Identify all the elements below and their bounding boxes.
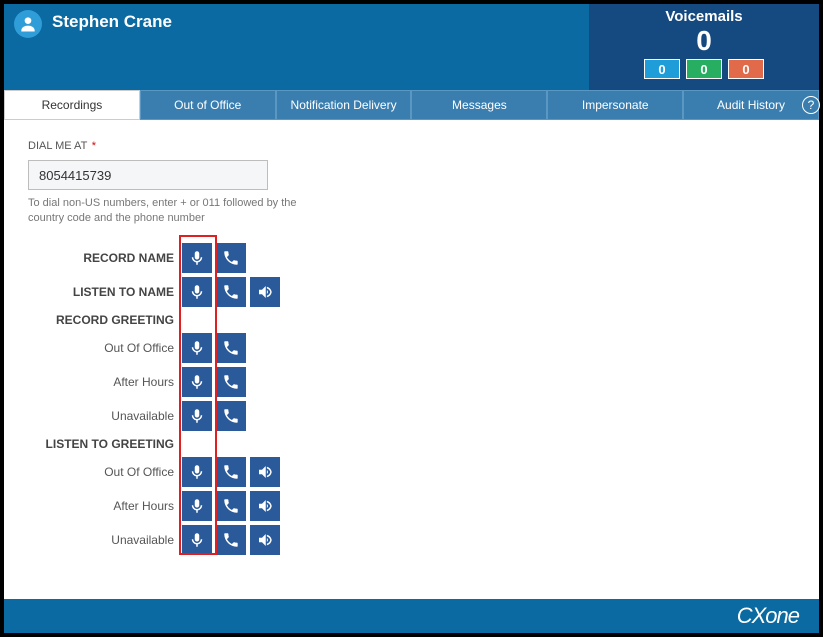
dial-me-at-group: DIAL ME AT * To dial non-US numbers, ent… (28, 136, 795, 227)
tabs: Recordings Out of Office Notification De… (4, 90, 819, 120)
record-ooo-mic-button[interactable] (182, 333, 212, 363)
speaker-icon (256, 497, 274, 515)
badge-new[interactable]: 0 (644, 59, 680, 79)
brand-logo: CXone (737, 603, 799, 629)
voicemail-badges: 0 0 0 (644, 59, 764, 79)
brand-one: one (765, 603, 799, 628)
listen-ooo-mic-button[interactable] (182, 457, 212, 487)
microphone-icon (188, 531, 206, 549)
user-icon (18, 14, 38, 34)
listen-unavailable-label: Unavailable (28, 533, 178, 547)
microphone-icon (188, 497, 206, 515)
help-icon[interactable]: ? (802, 96, 820, 114)
brand-cx: CX (737, 603, 766, 628)
row-record-ooo: Out Of Office (28, 331, 795, 365)
tab-audit-history[interactable]: Audit History (683, 90, 819, 120)
dial-label: DIAL ME AT (28, 140, 87, 152)
record-name-call-button[interactable] (216, 243, 246, 273)
footer: CXone (4, 599, 819, 633)
phone-icon (222, 407, 240, 425)
tab-recordings[interactable]: Recordings (4, 90, 140, 120)
row-listen-unavailable: Unavailable (28, 523, 795, 557)
record-name-label: RECORD NAME (28, 251, 178, 265)
voicemails-panel: Voicemails 0 0 0 0 (589, 4, 819, 90)
listen-afterhours-call-button[interactable] (216, 491, 246, 521)
speaker-icon (256, 463, 274, 481)
record-afterhours-call-button[interactable] (216, 367, 246, 397)
voicemails-count: 0 (696, 27, 712, 55)
speaker-icon (256, 283, 274, 301)
listen-name-call-button[interactable] (216, 277, 246, 307)
record-ooo-label: Out Of Office (28, 341, 178, 355)
row-record-name: RECORD NAME (28, 241, 795, 275)
listen-afterhours-play-button[interactable] (250, 491, 280, 521)
listen-ooo-call-button[interactable] (216, 457, 246, 487)
microphone-icon (188, 463, 206, 481)
phone-icon (222, 283, 240, 301)
header-left: Stephen Crane (4, 4, 182, 90)
listen-afterhours-label: After Hours (28, 499, 178, 513)
phone-icon (222, 497, 240, 515)
listen-ooo-label: Out Of Office (28, 465, 178, 479)
row-listen-afterhours: After Hours (28, 489, 795, 523)
listen-greeting-label: LISTEN TO GREETING (28, 433, 178, 455)
microphone-icon (188, 373, 206, 391)
dial-hint: To dial non-US numbers, enter + or 011 f… (28, 196, 298, 227)
listen-ooo-play-button[interactable] (250, 457, 280, 487)
record-unavailable-label: Unavailable (28, 409, 178, 423)
record-afterhours-label: After Hours (28, 375, 178, 389)
record-unavailable-mic-button[interactable] (182, 401, 212, 431)
listen-unavailable-play-button[interactable] (250, 525, 280, 555)
required-mark: * (92, 140, 96, 152)
listen-name-label: LISTEN TO NAME (28, 285, 178, 299)
microphone-icon (188, 407, 206, 425)
content: DIAL ME AT * To dial non-US numbers, ent… (4, 120, 819, 573)
row-listen-ooo: Out Of Office (28, 455, 795, 489)
row-record-unavailable: Unavailable (28, 399, 795, 433)
listen-name-play-button[interactable] (250, 277, 280, 307)
dial-input[interactable] (28, 160, 268, 190)
app-window: Stephen Crane Voicemails 0 0 0 0 Recordi… (0, 0, 823, 637)
phone-icon (222, 531, 240, 549)
listen-unavailable-call-button[interactable] (216, 525, 246, 555)
microphone-icon (188, 339, 206, 357)
record-afterhours-mic-button[interactable] (182, 367, 212, 397)
tab-notification-delivery[interactable]: Notification Delivery (276, 90, 412, 120)
phone-icon (222, 373, 240, 391)
voicemails-title: Voicemails (665, 8, 742, 25)
row-listen-name: LISTEN TO NAME (28, 275, 795, 309)
user-name: Stephen Crane (52, 12, 172, 32)
listen-name-mic-button[interactable] (182, 277, 212, 307)
listen-unavailable-mic-button[interactable] (182, 525, 212, 555)
tab-out-of-office[interactable]: Out of Office (140, 90, 276, 120)
microphone-icon (188, 249, 206, 267)
avatar (14, 10, 42, 38)
record-name-mic-button[interactable] (182, 243, 212, 273)
header: Stephen Crane Voicemails 0 0 0 0 (4, 4, 819, 90)
phone-icon (222, 339, 240, 357)
record-greeting-label: RECORD GREETING (28, 309, 178, 331)
microphone-icon (188, 283, 206, 301)
record-ooo-call-button[interactable] (216, 333, 246, 363)
record-unavailable-call-button[interactable] (216, 401, 246, 431)
tab-messages[interactable]: Messages (411, 90, 547, 120)
tab-impersonate[interactable]: Impersonate (547, 90, 683, 120)
speaker-icon (256, 531, 274, 549)
badge-deleted[interactable]: 0 (728, 59, 764, 79)
phone-icon (222, 463, 240, 481)
phone-icon (222, 249, 240, 267)
row-record-afterhours: After Hours (28, 365, 795, 399)
listen-afterhours-mic-button[interactable] (182, 491, 212, 521)
badge-saved[interactable]: 0 (686, 59, 722, 79)
recordings-block: RECORD NAME LISTEN TO NAME RECORD GREETI… (28, 241, 795, 557)
